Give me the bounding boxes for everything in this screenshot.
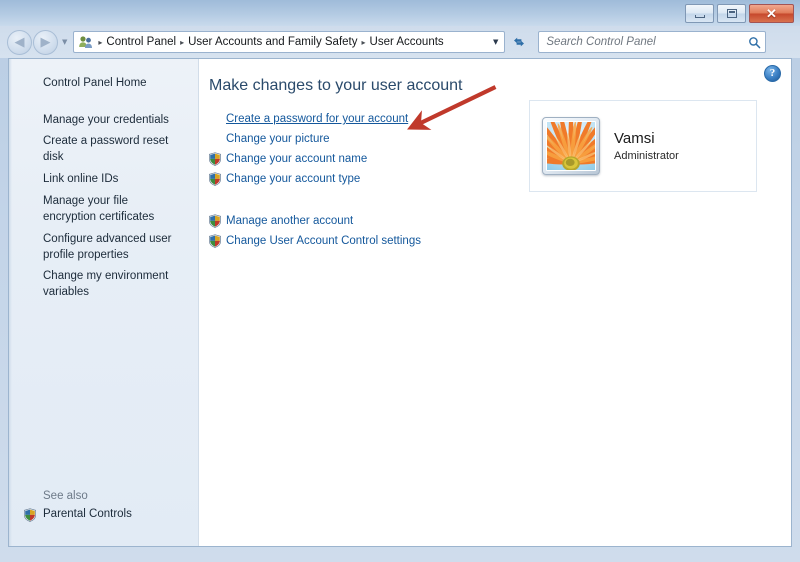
search-input[interactable] [546,36,749,48]
minimize-icon [694,14,705,18]
minimize-button[interactable] [685,4,714,23]
breadcrumb-item-user-accounts[interactable]: User Accounts [368,35,446,49]
link-create-password[interactable]: Create a password for your account [226,113,408,125]
task-row[interactable]: Change User Account Control settings [204,231,791,251]
sidebar-item-change-environment-variables[interactable]: Change my environment variables [9,266,198,304]
user-account-card: Vamsi Administrator [529,100,757,192]
user-name: Vamsi [614,130,655,148]
shield-slot [204,172,226,186]
maximize-icon [726,9,737,18]
link-change-account-type[interactable]: Change your account type [226,173,360,185]
breadcrumb-item-control-panel[interactable]: Control Panel [104,35,178,49]
sidebar-item-parental-controls[interactable]: Parental Controls [9,506,198,522]
maximize-button[interactable] [717,4,746,23]
back-arrow-icon: ◀ [14,34,25,50]
uac-shield-icon [23,508,37,522]
sidebar-item-control-panel-home[interactable]: Control Panel Home [9,73,198,95]
close-button[interactable]: ✕ [749,4,794,23]
back-button[interactable]: ◀ [7,29,32,55]
uac-shield-icon [208,172,222,186]
refresh-button[interactable] [506,30,532,54]
refresh-icon [514,37,525,47]
close-icon: ✕ [766,6,777,21]
see-also-item-label: Parental Controls [43,508,132,520]
forward-arrow-icon: ▶ [40,34,51,50]
user-role: Administrator [614,149,679,162]
forward-button[interactable]: ▶ [33,29,58,55]
recent-pages-chevron-down-icon[interactable]: ▼ [62,38,67,46]
breadcrumb-separator: ▸ [98,37,103,47]
user-accounts-icon [78,34,94,50]
search-icon [749,36,761,48]
link-manage-another-account[interactable]: Manage another account [226,215,353,227]
sidebar-item-link-online-ids[interactable]: Link online IDs [9,169,198,191]
address-bar: ◀ ▶ ▼ ▸ Control Panel ▸ User Accounts an… [0,26,800,58]
help-button[interactable]: ? [764,65,781,82]
shield-slot [204,214,226,228]
task-row[interactable]: Manage another account [204,211,791,231]
uac-shield-icon [208,214,222,228]
link-change-uac-settings[interactable]: Change User Account Control settings [226,235,421,247]
shield-slot [204,152,226,166]
breadcrumb-separator: ▸ [180,37,185,47]
content-pane: ? Make changes to your user account Crea… [199,59,791,546]
client-area: Control Panel Home Manage your credentia… [8,58,792,547]
sidebar-item-configure-advanced-user-profile-properties[interactable]: Configure advanced user profile properti… [9,229,198,267]
see-also-section: See also Parental Controls [9,488,198,522]
sidebar: Control Panel Home Manage your credentia… [9,59,199,546]
search-box[interactable] [538,31,767,53]
task-group-secondary: Manage another account Change User Accou… [199,211,791,251]
link-change-account-name[interactable]: Change your account name [226,153,367,165]
shield-slot [204,234,226,248]
sidebar-item-manage-credentials[interactable]: Manage your credentials [9,110,198,132]
breadcrumb-item-user-accounts-family-safety[interactable]: User Accounts and Family Safety [186,35,359,49]
link-change-picture[interactable]: Change your picture [226,133,330,145]
help-icon: ? [769,67,776,79]
page-title: Make changes to your user account [209,77,463,94]
breadcrumb[interactable]: ▸ Control Panel ▸ User Accounts and Fami… [73,31,506,53]
flower-avatar-icon [546,121,596,171]
navigation-buttons: ◀ ▶ ▼ [7,29,67,55]
sidebar-item-create-password-reset-disk[interactable]: Create a password reset disk [9,131,198,169]
sidebar-item-manage-file-encryption-certificates[interactable]: Manage your file encryption certificates [9,191,198,229]
sidebar-task-list: Manage your credentials Create a passwor… [9,110,198,305]
breadcrumb-separator: ▸ [361,37,366,47]
see-also-label: See also [43,490,88,502]
avatar [542,117,600,175]
uac-shield-icon [208,234,222,248]
title-bar: ✕ [0,0,800,26]
uac-shield-icon [208,152,222,166]
user-info: Vamsi Administrator [614,130,679,161]
window-controls: ✕ [685,4,794,23]
control-panel-window: ✕ ◀ ▶ ▼ ▸ Control Panel ▸ User Accounts … [0,0,800,562]
breadcrumb-chevron-down-icon[interactable]: ▼ [493,38,502,46]
